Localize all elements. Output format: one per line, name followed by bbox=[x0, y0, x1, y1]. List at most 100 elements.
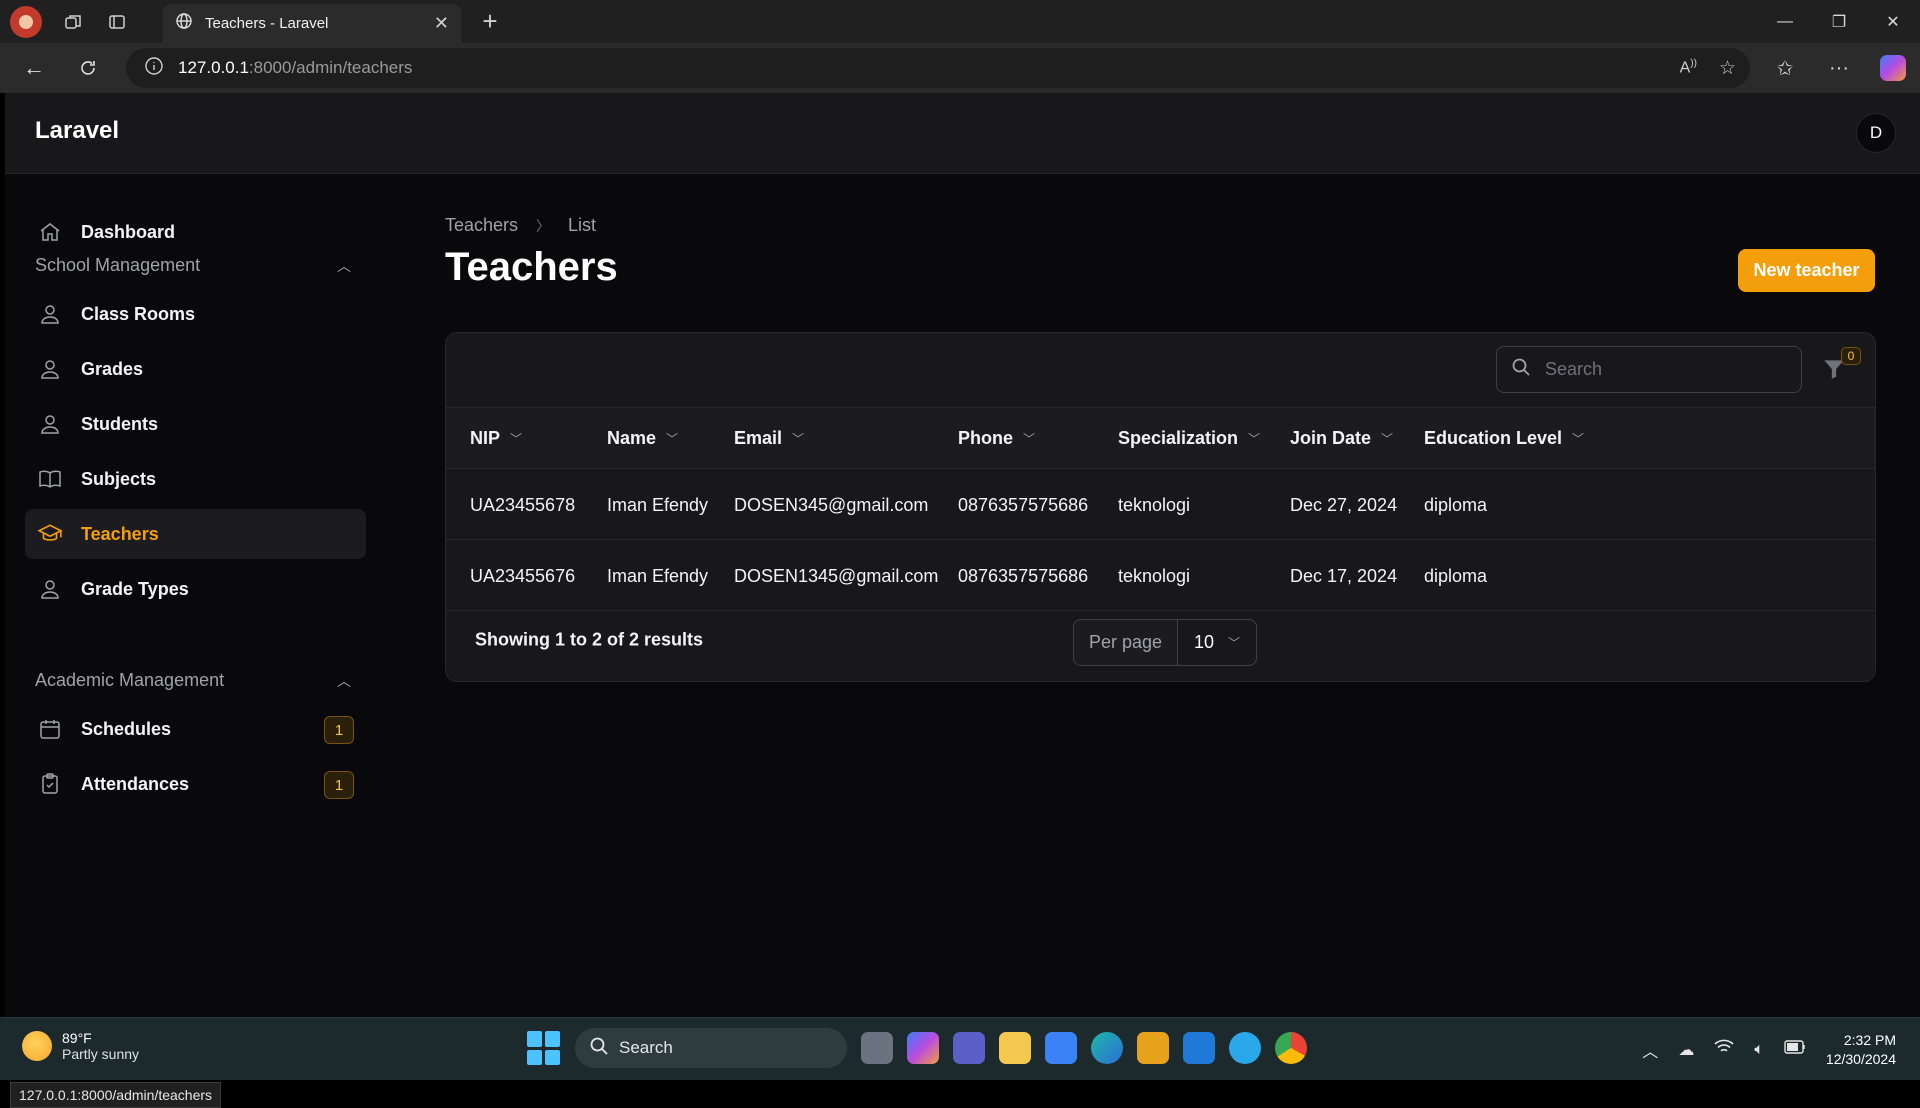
url-field[interactable]: 127.0.0.1:8000/admin/teachers A)) ☆ bbox=[126, 48, 1750, 88]
column-header-specialization[interactable]: Specialization ﹀ bbox=[1118, 428, 1260, 449]
address-bar-row: ← 127.0.0.1:8000/admin/teachers A)) ☆ ✩ … bbox=[0, 43, 1920, 93]
minimize-button[interactable]: — bbox=[1758, 0, 1812, 43]
sidebar-item-teachers[interactable]: Teachers bbox=[25, 509, 366, 559]
user-icon bbox=[37, 411, 63, 437]
results-summary: Showing 1 to 2 of 2 results bbox=[475, 629, 704, 650]
medal-app-icon[interactable] bbox=[1137, 1032, 1169, 1064]
more-menu-icon[interactable]: ··· bbox=[1812, 43, 1866, 93]
cell-email: DOSEN1345@gmail.com bbox=[734, 566, 939, 586]
chevron-up-icon[interactable]: ︿ bbox=[1642, 1038, 1658, 1062]
top-navigation: Laravel D bbox=[5, 93, 1920, 174]
system-clock[interactable]: 2:32 PM 12/30/2024 bbox=[1826, 1031, 1896, 1069]
cell-name: Iman Efendy bbox=[607, 566, 709, 586]
table-row[interactable]: UA23455678 Iman Efendy DOSEN345@gmail.co… bbox=[446, 469, 1875, 540]
chrome-icon[interactable] bbox=[1275, 1032, 1307, 1064]
refresh-button[interactable] bbox=[64, 48, 112, 88]
table-row[interactable]: UA23455676 Iman Efendy DOSEN1345@gmail.c… bbox=[446, 540, 1875, 611]
sidebar-item-students[interactable]: Students bbox=[25, 399, 366, 449]
breadcrumb-teachers[interactable]: Teachers bbox=[445, 215, 518, 236]
weather-condition: Partly sunny bbox=[62, 1046, 140, 1062]
vscode-icon[interactable] bbox=[1183, 1032, 1215, 1064]
tab-actions-icon[interactable] bbox=[98, 3, 136, 41]
task-view-icon[interactable] bbox=[861, 1032, 893, 1064]
sidebar-item-class-rooms[interactable]: Class Rooms bbox=[25, 289, 366, 339]
user-icon bbox=[37, 301, 63, 327]
weather-widget[interactable]: 89°F Partly sunny bbox=[22, 1030, 139, 1062]
user-icon bbox=[37, 356, 63, 382]
sidebar-item-attendances[interactable]: Attendances 1 bbox=[25, 759, 366, 809]
per-page-dropdown[interactable]: 10 ﹀ bbox=[1178, 632, 1256, 653]
user-avatar[interactable]: D bbox=[1856, 113, 1896, 153]
sidebar-item-grade-types[interactable]: Grade Types bbox=[25, 564, 366, 614]
chevron-down-icon: ﹀ bbox=[1572, 432, 1585, 446]
search-icon bbox=[1511, 357, 1531, 382]
windows-start-icon[interactable] bbox=[527, 1031, 561, 1065]
file-explorer-icon[interactable] bbox=[999, 1032, 1031, 1064]
link-status-tooltip: 127.0.0.1:8000/admin/teachers bbox=[10, 1082, 222, 1108]
chevron-down-icon: ﹀ bbox=[666, 432, 679, 446]
chevron-down-icon: ﹀ bbox=[1248, 432, 1261, 446]
chevron-down-icon: ﹀ bbox=[1381, 432, 1394, 446]
sidebar-item-schedules[interactable]: Schedules 1 bbox=[25, 704, 366, 754]
app-window: Laravel D Dashboard School Management ︿ … bbox=[5, 93, 1920, 1108]
edge-browser-icon[interactable] bbox=[1091, 1032, 1123, 1064]
per-page-label: Per page bbox=[1074, 620, 1178, 665]
site-info-icon[interactable] bbox=[144, 56, 164, 81]
teachers-table-card: 0 NIP﹀ Name﹀ Email﹀ Phone﹀ Specializatio… bbox=[445, 332, 1876, 682]
column-header-phone[interactable]: Phone ﹀ bbox=[958, 428, 1035, 449]
close-tab-icon[interactable]: ✕ bbox=[434, 13, 449, 34]
favorite-star-icon[interactable]: ☆ bbox=[1719, 57, 1736, 80]
back-button[interactable]: ← bbox=[10, 48, 58, 88]
tab-title: Teachers - Laravel bbox=[205, 15, 329, 32]
browser-tab-bar: Teachers - Laravel ✕ + — ❐ ✕ bbox=[0, 0, 1920, 43]
chevron-up-icon[interactable]: ︿ bbox=[337, 256, 351, 276]
teams-icon[interactable] bbox=[953, 1032, 985, 1064]
column-header-join-date[interactable]: Join Date ﹀ bbox=[1290, 428, 1393, 449]
read-aloud-icon[interactable]: A)) bbox=[1680, 58, 1697, 77]
browser-profile-avatar[interactable] bbox=[10, 5, 42, 38]
copilot-app-icon[interactable] bbox=[907, 1032, 939, 1064]
cell-name: Iman Efendy bbox=[607, 495, 709, 515]
browser-tab-active[interactable]: Teachers - Laravel ✕ bbox=[163, 4, 461, 43]
sidebar-item-grades[interactable]: Grades bbox=[25, 344, 366, 394]
taskbar-search[interactable]: Search bbox=[575, 1028, 847, 1068]
microsoft-store-icon[interactable] bbox=[1045, 1032, 1077, 1064]
column-header-name[interactable]: Name ﹀ bbox=[607, 428, 678, 449]
new-teacher-button[interactable]: New teacher bbox=[1738, 249, 1875, 292]
brand-logo[interactable]: Laravel bbox=[35, 117, 119, 145]
group-label-school[interactable]: School Management bbox=[35, 255, 200, 276]
column-header-email[interactable]: Email ﹀ bbox=[734, 428, 804, 449]
workspaces-icon[interactable] bbox=[54, 3, 92, 41]
copilot-icon[interactable] bbox=[1866, 43, 1920, 93]
chevron-up-icon[interactable]: ︿ bbox=[337, 671, 351, 691]
cell-specialization: teknologi bbox=[1118, 495, 1191, 515]
per-page-select[interactable]: Per page 10 ﹀ bbox=[1073, 619, 1257, 666]
onedrive-cloud-icon[interactable]: ☁ bbox=[1678, 1040, 1694, 1060]
user-icon bbox=[37, 576, 63, 602]
sidebar-item-dashboard[interactable]: Dashboard bbox=[25, 207, 366, 257]
breadcrumb: Teachers 〉 List bbox=[445, 215, 596, 236]
cell-join-date: Dec 17, 2024 bbox=[1290, 566, 1398, 586]
sidebar-item-subjects[interactable]: Subjects bbox=[25, 454, 366, 504]
partly-sunny-icon bbox=[22, 1031, 52, 1061]
battery-icon[interactable] bbox=[1784, 1040, 1806, 1059]
search-box[interactable] bbox=[1496, 346, 1802, 393]
restore-button[interactable]: ❐ bbox=[1812, 0, 1866, 43]
column-header-nip[interactable]: NIP ﹀ bbox=[470, 428, 522, 449]
new-tab-button[interactable]: + bbox=[470, 2, 510, 40]
book-open-icon bbox=[37, 466, 63, 492]
chevron-right-icon: 〉 bbox=[536, 217, 551, 234]
cell-phone: 0876357575686 bbox=[958, 566, 1089, 586]
group-label-academic[interactable]: Academic Management bbox=[35, 670, 224, 691]
search-input[interactable] bbox=[1545, 359, 1785, 380]
volume-icon[interactable]: 🔈︎ bbox=[1754, 1041, 1764, 1059]
calendar-icon bbox=[37, 716, 63, 742]
academic-cap-icon bbox=[37, 521, 63, 547]
cell-education-level: diploma bbox=[1424, 566, 1488, 586]
count-badge: 1 bbox=[324, 716, 354, 744]
favorites-icon[interactable]: ✩ bbox=[1758, 43, 1812, 93]
close-window-button[interactable]: ✕ bbox=[1866, 0, 1920, 43]
messenger-app-icon[interactable] bbox=[1229, 1032, 1261, 1064]
wifi-icon[interactable] bbox=[1714, 1039, 1734, 1060]
column-header-education-level[interactable]: Education Level ﹀ bbox=[1424, 428, 1584, 449]
